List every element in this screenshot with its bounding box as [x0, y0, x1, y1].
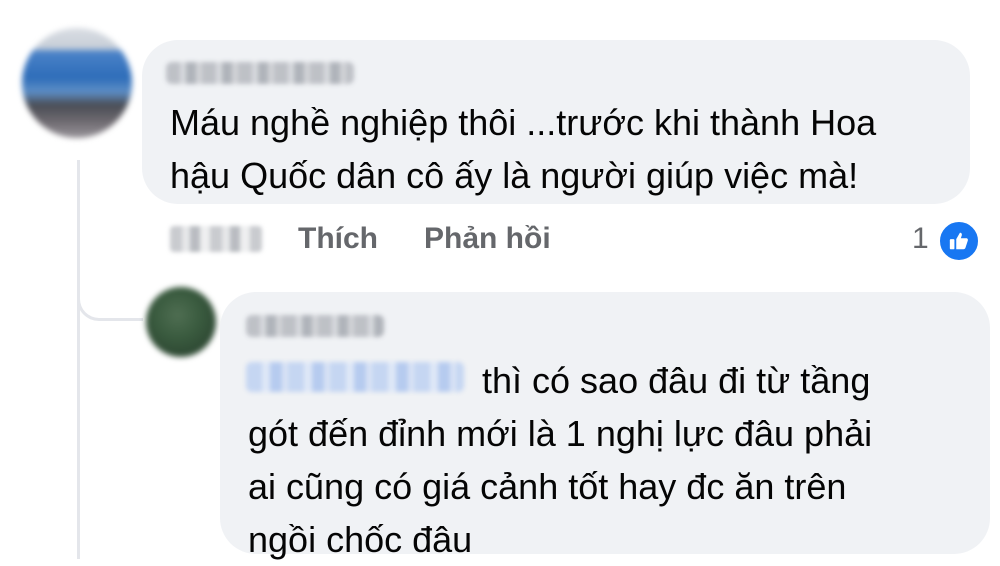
- reply-text-rest: gót đến đỉnh mới là 1 nghị lực đâu phải a…: [248, 407, 872, 566]
- thumbs-up-icon[interactable]: [938, 220, 980, 262]
- comment-text-line-2: hậu Quốc dân cô ấy là người giúp việc mà…: [170, 155, 859, 196]
- reaction-count[interactable]: 1: [912, 222, 929, 256]
- reply-text-line-3: ai cũng có giá cảnh tốt hay đc ăn trên: [248, 466, 847, 507]
- thumbs-up-glyph: [949, 232, 968, 250]
- thread-connector-line: [77, 160, 80, 559]
- commenter-name-blurred[interactable]: [166, 62, 354, 84]
- like-button[interactable]: Thích: [298, 222, 378, 256]
- reply-text-line-4: ngồi chốc đâu: [248, 519, 473, 560]
- mention-tag-blurred[interactable]: [246, 362, 464, 392]
- replier-avatar[interactable]: [146, 287, 216, 357]
- comment-text: Máu nghề nghiệp thôi ...trước khi thành …: [170, 96, 876, 202]
- reply-button[interactable]: Phản hồi: [424, 222, 551, 256]
- reply-text-line-2: gót đến đỉnh mới là 1 nghị lực đâu phải: [248, 413, 873, 454]
- timestamp-blurred[interactable]: [170, 226, 262, 252]
- reply-connector-line: [77, 259, 143, 321]
- comment-text-line-1: Máu nghề nghiệp thôi ...trước khi thành …: [170, 102, 877, 143]
- commenter-avatar[interactable]: [22, 28, 132, 138]
- reply-text-line-1: thì có sao đâu đi từ tầng: [482, 360, 871, 401]
- replier-name-blurred[interactable]: [246, 315, 384, 337]
- comment-actions: Thích Phản hồi 1: [170, 214, 980, 262]
